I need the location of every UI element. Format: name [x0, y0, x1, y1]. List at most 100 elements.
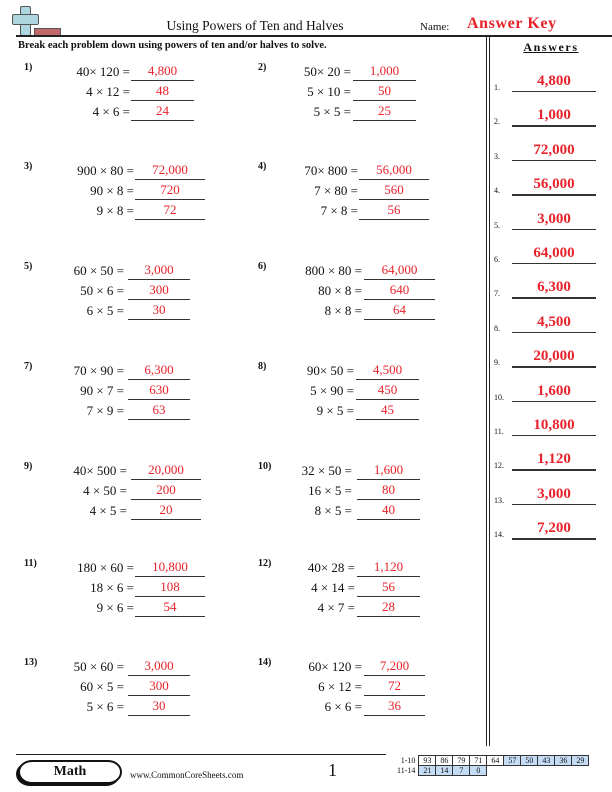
answer-value: 720 — [160, 182, 180, 197]
answer-blank[interactable] — [128, 715, 190, 717]
answer-blank[interactable] — [364, 319, 435, 321]
answer-key-item: 10. 1,600 — [492, 383, 610, 406]
answer-value: 300 — [149, 282, 169, 297]
problem-step: 32 × 50 = 1,600 — [258, 461, 458, 481]
answer-blank[interactable] — [128, 419, 190, 421]
answer-blank[interactable] — [364, 715, 425, 717]
answer-key-item: 13. 3,000 — [492, 485, 610, 509]
score-cell: 29 — [571, 755, 590, 766]
answer-key-number: 10. — [494, 392, 504, 402]
answer-value: 450 — [377, 382, 398, 397]
expression: 32 × 50 = — [301, 463, 352, 478]
answer-key-blank[interactable] — [512, 263, 596, 265]
problem-step: 60× 120 = 7,200 — [258, 657, 458, 677]
problem-step: 40× 500 = 20,000 — [24, 461, 224, 481]
answer-value: 6,300 — [144, 362, 174, 377]
answer-value: 56,000 — [376, 162, 412, 177]
answer-key-blank[interactable] — [512, 538, 596, 540]
answer-blank[interactable] — [357, 519, 420, 521]
answer-key-value: 10,800 — [533, 417, 575, 433]
answer-key-number: 9. — [494, 358, 500, 368]
answer-key-item: 4. 56,000 — [492, 176, 610, 199]
expression: 6 × 5 = — [86, 303, 124, 318]
answer-key-blank[interactable] — [512, 469, 596, 471]
answer-key-item: 5. 3,000 — [492, 211, 610, 234]
answer-key-blank[interactable] — [512, 331, 596, 334]
problem-step: 50 × 6 = 300 — [24, 281, 224, 301]
answer-key-item: 1. 4,800 — [492, 73, 610, 96]
answer-blank[interactable] — [135, 616, 205, 618]
answer-key-item: 2. 1,000 — [492, 107, 610, 130]
answer-blank[interactable] — [359, 219, 429, 221]
footer-divider — [16, 754, 386, 755]
problem: 7) 70 × 90 = 6,300 90 × 7 = 630 7 × 9 = 63 — [24, 361, 244, 441]
answer-value: 40 — [382, 502, 395, 517]
expression: 900 × 80 = — [77, 163, 134, 178]
answer-value: 48 — [156, 83, 169, 98]
answer-value: 108 — [160, 579, 180, 594]
answer-key-blank[interactable] — [512, 194, 596, 196]
answer-value: 4,800 — [147, 63, 178, 78]
problem: 8) 90× 50 = 4,500 5 × 90 = 450 9 × 5 = 45 — [258, 361, 478, 441]
answer-key-blank[interactable] — [512, 503, 596, 506]
answer-value: 1,000 — [369, 63, 400, 78]
answer-key-item: 7. 6,300 — [492, 279, 610, 302]
expression: 6 × 12 = — [318, 679, 362, 694]
expression: 800 × 80 = — [305, 263, 362, 278]
problem-step: 50 × 60 = 3,000 — [24, 657, 224, 677]
answer-blank[interactable] — [135, 219, 205, 221]
problem-step: 7 × 9 = 63 — [24, 401, 224, 421]
answer-blank[interactable] — [353, 120, 416, 122]
answer-value: 64,000 — [381, 262, 418, 277]
expression: 40× 500 = — [73, 463, 127, 478]
answer-blank[interactable] — [357, 616, 420, 618]
answer-key-value: 3,000 — [537, 485, 571, 502]
expression: 4 × 14 = — [311, 580, 355, 595]
answer-blank[interactable] — [128, 319, 190, 321]
problem: 14) 60× 120 = 7,200 6 × 12 = 72 6 × 6 = 36 — [258, 657, 478, 737]
website-link[interactable]: www.CommonCoreSheets.com — [130, 770, 243, 780]
answer-value: 72 — [388, 678, 401, 693]
expression: 70 × 90 = — [73, 363, 124, 378]
answer-value: 36 — [388, 698, 401, 713]
expression: 60× 120 = — [308, 659, 362, 674]
answer-key-blank[interactable] — [512, 125, 596, 127]
problem-step: 5 × 10 = 50 — [258, 82, 458, 102]
answer-value: 63 — [152, 402, 166, 417]
answer-key-blank[interactable] — [512, 91, 596, 93]
problem-step: 90× 50 = 4,500 — [258, 361, 458, 381]
answer-key-blank[interactable] — [512, 228, 596, 230]
problem-step: 4 × 6 = 24 — [24, 102, 224, 122]
score-cell: 21 — [418, 765, 437, 776]
expression: 60 × 5 = — [80, 679, 124, 694]
expression: 7 × 8 = — [320, 203, 358, 218]
answer-value: 72,000 — [152, 162, 188, 177]
answer-key-blank[interactable] — [512, 297, 596, 299]
answer-value: 64 — [393, 302, 406, 317]
answer-key-blank[interactable] — [512, 159, 596, 162]
answer-key-number: 8. — [494, 323, 500, 333]
expression: 6 × 6 = — [324, 699, 362, 714]
answer-blank[interactable] — [356, 419, 419, 421]
answer-value: 20,000 — [148, 462, 184, 477]
answer-key-item: 6. 64,000 — [492, 245, 610, 268]
answer-blank[interactable] — [131, 120, 194, 122]
answer-blank[interactable] — [131, 519, 201, 521]
answer-key-blank[interactable] — [512, 400, 596, 402]
answer-value: 1,120 — [373, 559, 404, 574]
answer-key-number: 1. — [494, 83, 500, 92]
expression: 16 × 5 = — [308, 483, 352, 498]
score-cell: 7 — [452, 765, 471, 776]
problem-step: 18 × 6 = 108 — [24, 578, 224, 598]
expression: 9 × 6 = — [96, 600, 134, 615]
problem: 9) 40× 500 = 20,000 4 × 50 = 200 4 × 5 = 20 — [24, 461, 244, 541]
problem: 11) 180 × 60 = 10,800 18 × 6 = 108 9 × 6 = 54 — [24, 558, 244, 638]
answer-key-blank[interactable] — [512, 366, 596, 368]
answer-key-blank[interactable] — [512, 435, 596, 437]
answer-value: 7,200 — [379, 658, 410, 673]
answer-value: 640 — [389, 282, 410, 297]
expression: 50 × 6 = — [80, 283, 124, 298]
expression: 40× 120 = — [76, 64, 130, 79]
column-divider — [489, 37, 490, 746]
problem: 13) 50 × 60 = 3,000 60 × 5 = 300 5 × 6 = 30 — [24, 657, 244, 737]
